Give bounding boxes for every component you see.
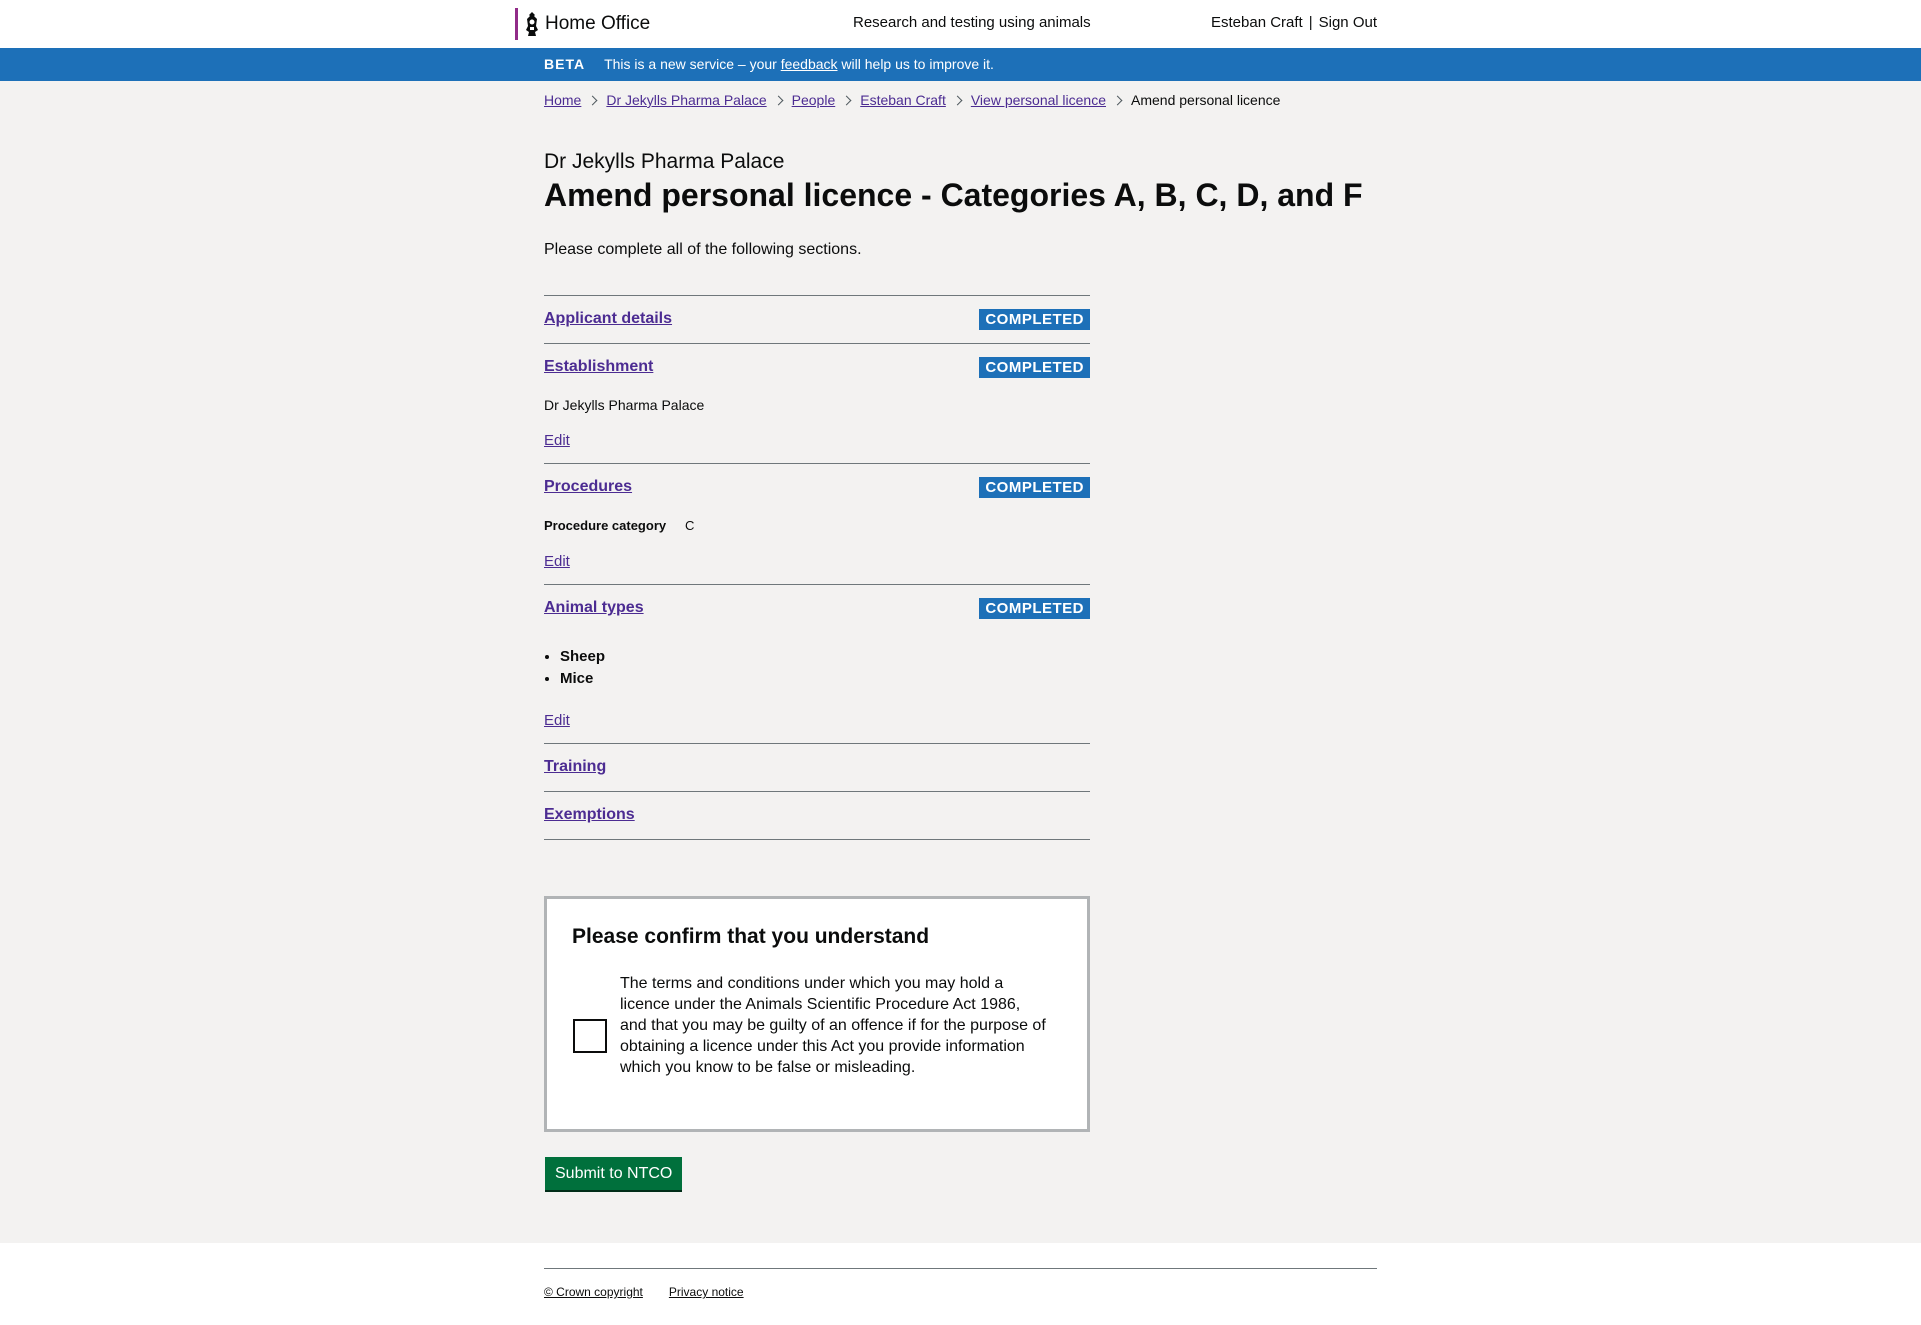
feedback-link[interactable]: feedback	[781, 56, 838, 72]
breadcrumb-people[interactable]: People	[792, 92, 836, 108]
brand-bar	[515, 8, 518, 40]
intro-text: Please complete all of the following sec…	[544, 241, 862, 258]
breadcrumb-establishment[interactable]: Dr Jekylls Pharma Palace	[606, 92, 766, 108]
status-badge: COMPLETED	[979, 598, 1090, 619]
chevron-right-icon	[952, 95, 963, 105]
chevron-right-icon	[587, 95, 598, 105]
status-badge: COMPLETED	[979, 477, 1090, 498]
establishment-link[interactable]: Establishment	[544, 358, 653, 376]
user-name-link[interactable]: Esteban Craft	[1211, 14, 1303, 31]
crown-copyright-link[interactable]: © Crown copyright	[544, 1285, 643, 1299]
animal-types-list: Sheep Mice	[544, 646, 1090, 690]
beta-text-after: will help us to improve it.	[841, 56, 994, 72]
task-procedures: Procedures COMPLETED Procedure category …	[544, 463, 1090, 584]
brand-name: Home Office	[545, 13, 651, 34]
declaration-checkbox[interactable]	[573, 1019, 607, 1053]
footer-divider	[544, 1268, 1377, 1269]
applicant-details-link[interactable]: Applicant details	[544, 310, 672, 328]
breadcrumb-current: Amend personal licence	[1131, 92, 1281, 108]
establishment-caption: Dr Jekylls Pharma Palace	[544, 150, 785, 173]
breadcrumb-view-licence[interactable]: View personal licence	[971, 92, 1106, 108]
procedure-category-key: Procedure category	[544, 518, 667, 533]
declaration-panel: Please confirm that you understand The t…	[544, 896, 1090, 1132]
site-header: Home Office Research and testing using a…	[0, 0, 1921, 48]
task-animal-types: Animal types COMPLETED Sheep Mice Edit	[544, 584, 1090, 743]
status-badge: COMPLETED	[979, 309, 1090, 330]
task-training: Training	[544, 743, 1090, 791]
chevron-right-icon	[1112, 95, 1123, 105]
account-separator: |	[1308, 14, 1313, 31]
declaration-title: Please confirm that you understand	[572, 925, 930, 948]
task-applicant-details: Applicant details COMPLETED	[544, 295, 1090, 343]
procedures-link[interactable]: Procedures	[544, 478, 632, 496]
animal-types-link[interactable]: Animal types	[544, 599, 644, 617]
chevron-right-icon	[841, 95, 852, 105]
list-item: Mice	[560, 668, 1090, 690]
declaration-text[interactable]: The terms and conditions under which you…	[620, 973, 1050, 1078]
task-establishment: Establishment COMPLETED Dr Jekylls Pharm…	[544, 343, 1090, 463]
chevron-right-icon	[773, 95, 784, 105]
task-exemptions: Exemptions	[544, 791, 1090, 840]
breadcrumb-home[interactable]: Home	[544, 92, 581, 108]
submit-button[interactable]: Submit to NTCO	[545, 1157, 683, 1190]
sign-out-link[interactable]: Sign Out	[1319, 14, 1377, 31]
breadcrumb-profile[interactable]: Esteban Craft	[860, 92, 946, 108]
edit-procedures-link[interactable]: Edit	[544, 553, 570, 570]
breadcrumb: Home Dr Jekylls Pharma Palace People Est…	[544, 92, 1280, 108]
status-badge: COMPLETED	[979, 357, 1090, 378]
list-item: Sheep	[560, 646, 1090, 668]
edit-animal-types-link[interactable]: Edit	[544, 712, 570, 729]
beta-tag: BETA	[544, 56, 586, 72]
page-title: Amend personal licence - Categories A, B…	[544, 177, 1363, 213]
task-list: Applicant details COMPLETED Establishmen…	[544, 295, 1090, 840]
footer-links: © Crown copyright Privacy notice	[544, 1285, 744, 1299]
home-office-logo[interactable]: Home Office	[515, 8, 650, 40]
site-footer: © Crown copyright Privacy notice	[0, 1243, 1921, 1325]
account-nav: Esteban Craft | Sign Out	[1211, 14, 1377, 31]
establishment-value: Dr Jekylls Pharma Palace	[544, 397, 705, 413]
beta-text-before: This is a new service – your	[604, 56, 777, 72]
training-link[interactable]: Training	[544, 758, 606, 776]
service-name[interactable]: Research and testing using animals	[853, 14, 1091, 31]
procedure-category-row: Procedure category C	[544, 517, 1090, 534]
privacy-notice-link[interactable]: Privacy notice	[669, 1285, 744, 1299]
beta-banner: BETA This is a new service – your feedba…	[0, 48, 1921, 81]
exemptions-link[interactable]: Exemptions	[544, 806, 635, 824]
procedure-category-value: C	[685, 518, 695, 533]
crest-icon	[526, 12, 538, 36]
edit-establishment-link[interactable]: Edit	[544, 432, 570, 449]
